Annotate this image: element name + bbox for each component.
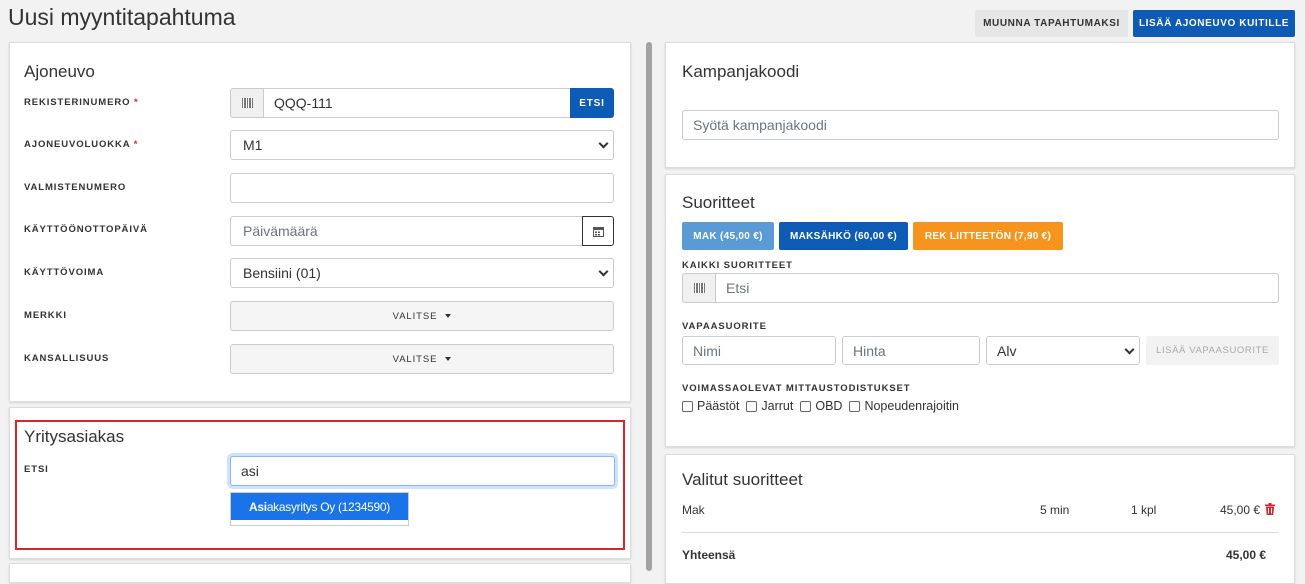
cert-jarrut-checkbox[interactable]: Jarrut — [746, 399, 793, 413]
chevron-down-icon — [598, 138, 609, 149]
services-card-title: Suoritteet — [682, 193, 755, 212]
campaign-code-input[interactable]: Syötä kampanjakoodi — [682, 110, 1279, 140]
row-divider — [682, 532, 1279, 533]
reg-search-button[interactable]: ETSI — [570, 88, 614, 118]
brand-label: MERKKI — [24, 310, 67, 321]
calendar-icon — [592, 226, 604, 237]
barcode-icon[interactable] — [230, 88, 264, 118]
vat-select[interactable]: Alv — [986, 336, 1140, 365]
panel-splitter[interactable] — [646, 42, 652, 571]
nationality-select-button[interactable]: VALITSE — [230, 344, 614, 374]
selected-row-price: 45,00 € — [1220, 503, 1261, 517]
date-input[interactable]: Päivämäärä — [230, 216, 584, 246]
cert-speed-limiter-checkbox[interactable]: Nopeudenrajoitin — [849, 399, 959, 413]
autocomplete-item[interactable]: Asi akasyritys Oy (1234590) — [231, 493, 408, 520]
all-services-label: KAIKKI SUORITTEET — [682, 260, 793, 271]
chevron-down-icon — [1124, 344, 1135, 355]
reg-label: REKISTERINUMERO * — [24, 97, 139, 108]
calendar-button[interactable] — [582, 216, 614, 246]
caret-down-icon — [445, 314, 452, 318]
lower-card-stub — [9, 563, 631, 583]
brand-select-button[interactable]: VALITSE — [230, 301, 614, 331]
caret-down-icon — [445, 357, 452, 361]
vehicle-class-value: M1 — [243, 137, 263, 153]
fuel-value: Bensiini (01) — [243, 265, 321, 281]
service-chip-mak[interactable]: MAK (45,00 €) — [682, 222, 774, 250]
company-card-title: Yritysasiakas — [24, 427, 125, 446]
vehicle-class-select[interactable]: M1 — [230, 130, 614, 160]
service-chip-maksahko[interactable]: MAKSÄHKÖ (60,00 €) — [779, 222, 908, 250]
page-title: Uusi myyntitapahtuma — [8, 4, 236, 30]
cert-paastot-checkbox[interactable]: Päästöt — [682, 399, 739, 413]
selected-row-quantity: 1 kpl — [1131, 503, 1157, 517]
nationality-label: KANSALLISUUS — [24, 353, 110, 364]
chevron-down-icon — [598, 266, 609, 277]
barcode-icon[interactable] — [682, 273, 716, 303]
free-service-label: VAPAASUORITE — [682, 321, 767, 332]
vin-input[interactable] — [230, 173, 614, 203]
delete-icon[interactable] — [1265, 503, 1275, 515]
total-value: 45,00 € — [1226, 548, 1267, 562]
vin-label: VALMISTENUMERO — [24, 182, 127, 193]
certificates-list: Päästöt Jarrut OBD Nopeudenrajoitin — [682, 399, 959, 413]
campaign-card — [665, 42, 1295, 168]
campaign-card-title: Kampanjakoodi — [682, 62, 800, 81]
fuel-select[interactable]: Bensiini (01) — [230, 258, 614, 288]
add-vehicle-to-receipt-button[interactable]: LISÄÄ AJONEUVO KUITILLE — [1133, 10, 1295, 37]
date-label: KÄYTTÖÖNOTTOPÄIVÄ — [24, 224, 148, 235]
certificates-label: VOIMASSAOLEVAT MITTAUSTODISTUKSET — [682, 383, 911, 394]
selected-row-name: Mak — [682, 503, 705, 517]
convert-to-transaction-button[interactable]: MUUNNA TAPAHTUMAKSI — [975, 10, 1128, 37]
add-free-service-button[interactable]: LISÄÄ VAPAASUORITE — [1146, 336, 1279, 365]
reg-number-input[interactable]: QQQ-111 — [263, 88, 571, 118]
company-search-label: ETSI — [24, 464, 49, 475]
service-chip-rek[interactable]: REK LIITTEETÖN (7,90 €) — [913, 222, 1063, 250]
vehicle-card-title: Ajoneuvo — [24, 62, 95, 81]
total-label: Yhteensä — [682, 548, 736, 562]
selected-row-duration: 5 min — [1040, 503, 1070, 517]
vat-value: Alv — [997, 342, 1017, 359]
selected-services-title: Valitut suoritteet — [682, 470, 803, 489]
cert-obd-checkbox[interactable]: OBD — [800, 399, 842, 413]
free-service-name-input[interactable]: Nimi — [682, 336, 836, 365]
all-services-search-input[interactable]: Etsi — [715, 273, 1279, 303]
company-search-input[interactable]: asi — [230, 456, 615, 486]
fuel-label: KÄYTTÖVOIMA — [24, 267, 105, 278]
free-service-price-input[interactable]: Hinta — [842, 336, 980, 365]
class-label: AJONEUVOLUOKKA * — [24, 139, 139, 150]
